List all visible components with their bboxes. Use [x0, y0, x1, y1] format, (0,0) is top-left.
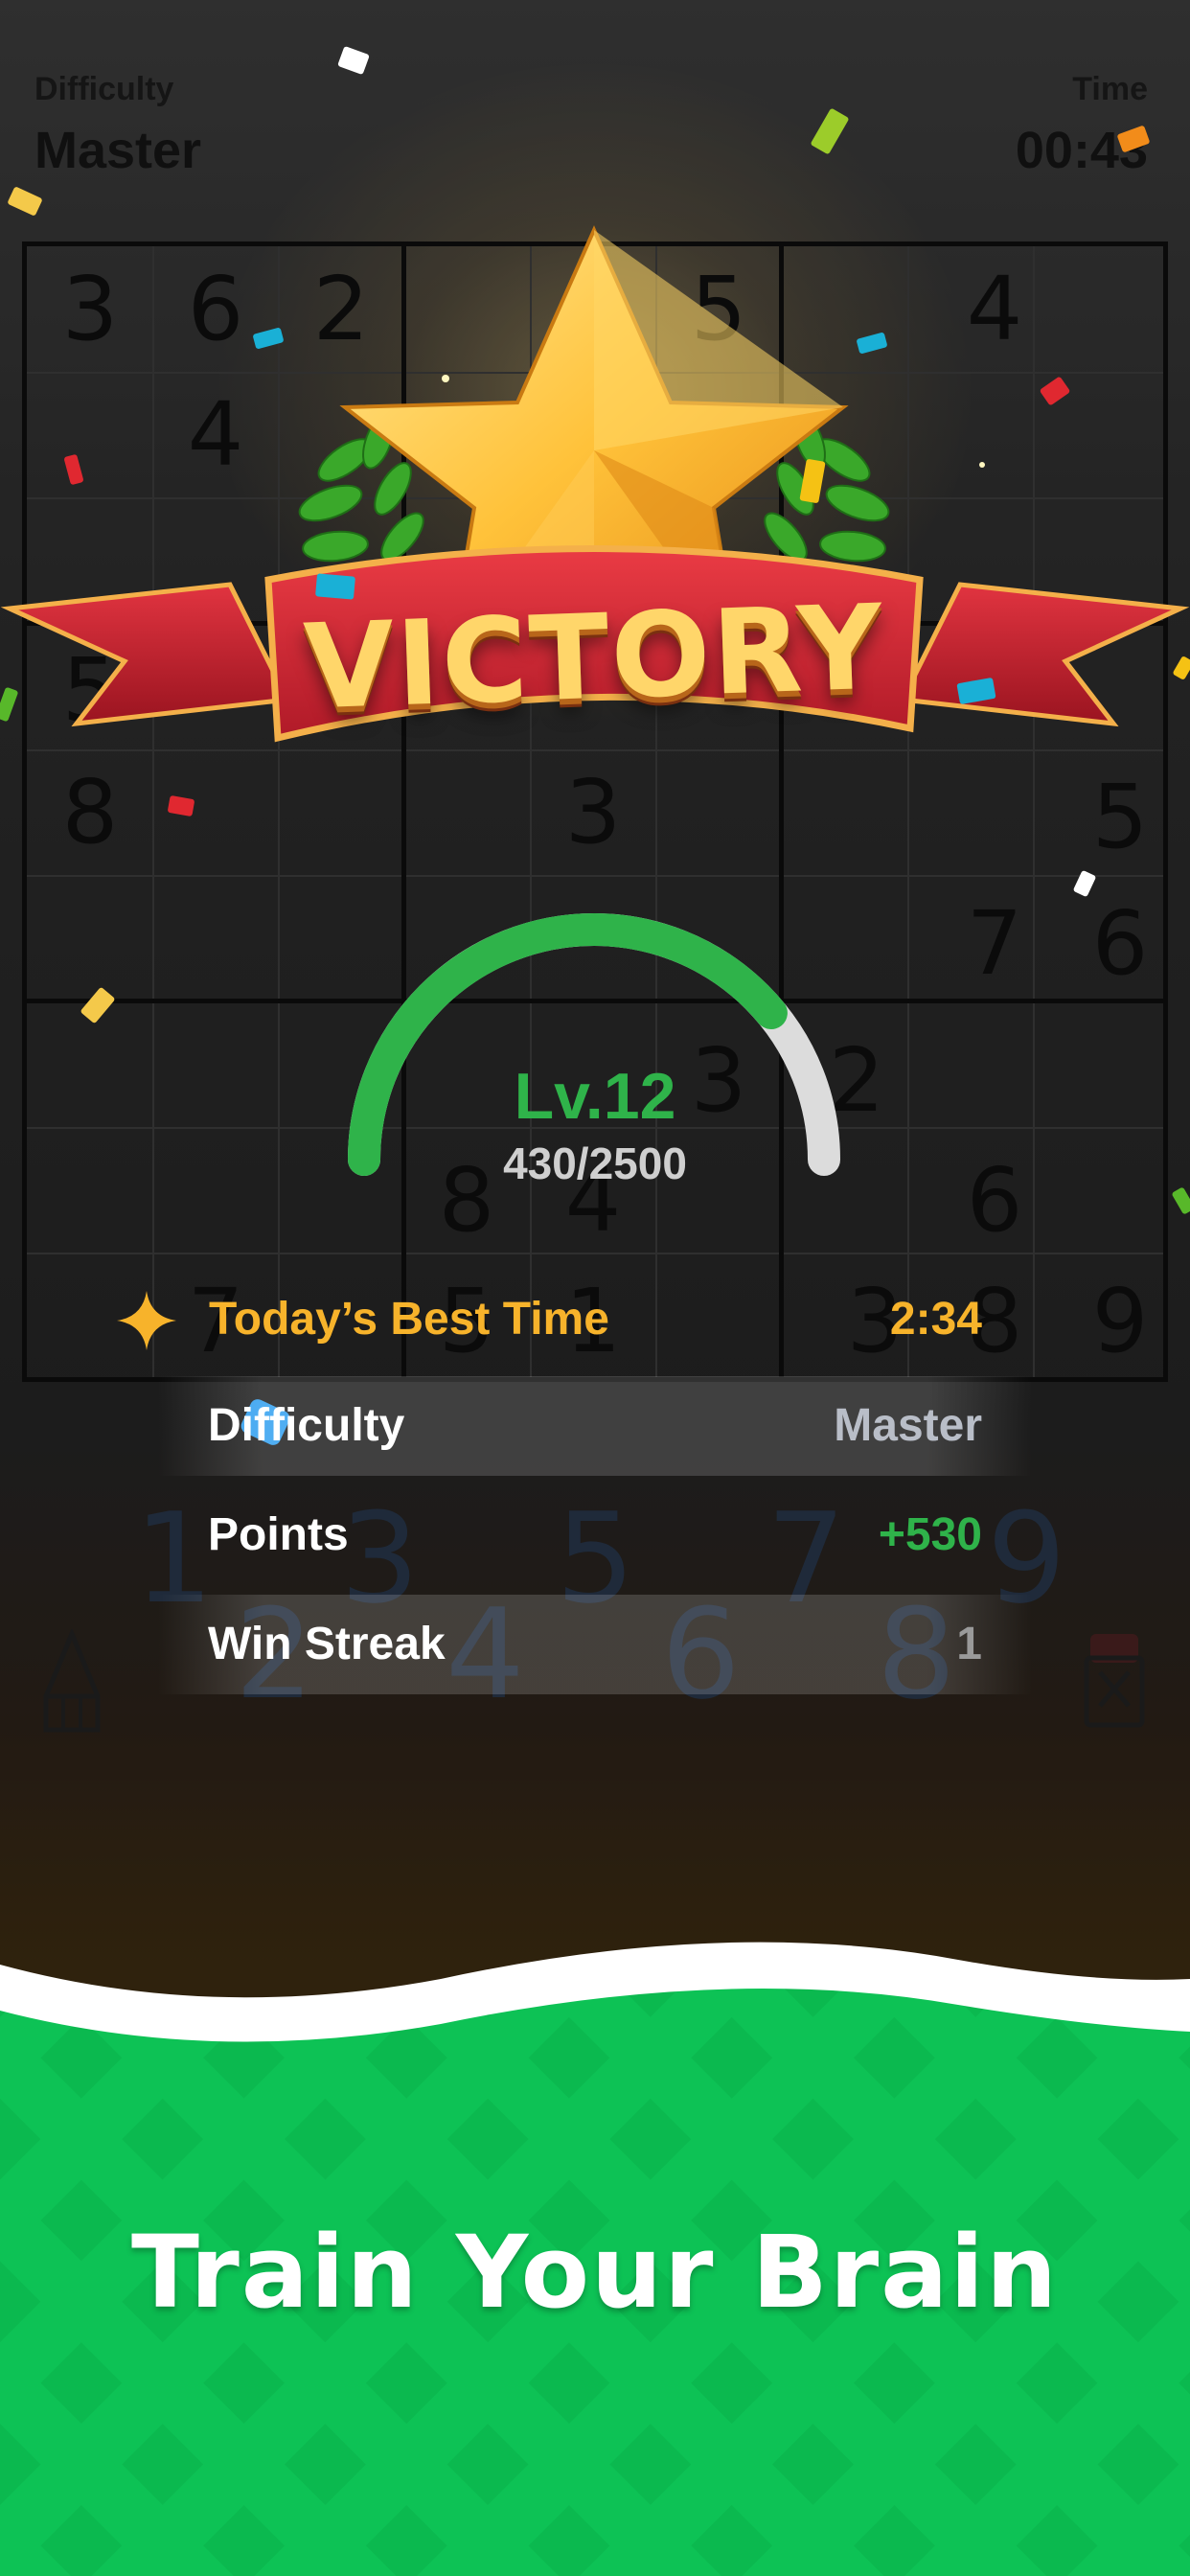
- stat-label: Points: [208, 1509, 349, 1560]
- stat-row-win-streak: Win Streak 1: [158, 1595, 1032, 1694]
- best-time-label: Today’s Best Time: [209, 1294, 609, 1345]
- stat-value: 1: [956, 1619, 982, 1669]
- victory-title: VICTORY: [301, 579, 887, 736]
- confetti: [315, 573, 355, 600]
- best-time-value: 2:34: [889, 1294, 982, 1345]
- sparkle-icon: [979, 462, 985, 468]
- stat-row-difficulty: Difficulty Master: [158, 1376, 1032, 1476]
- stat-value: Master: [834, 1400, 982, 1451]
- sparkle-icon: [117, 1291, 176, 1350]
- sparkle-icon: [442, 375, 449, 382]
- level-progress-text: 430/2500: [503, 1138, 687, 1188]
- delete-icon[interactable]: [1081, 1629, 1148, 1735]
- banner-headline: Train Your Brain: [130, 2214, 1060, 2331]
- stat-label: Win Streak: [208, 1619, 446, 1669]
- stat-value: +530: [878, 1509, 982, 1560]
- stat-label: Difficulty: [208, 1400, 405, 1451]
- stat-row-points: Points +530: [158, 1485, 1032, 1585]
- level-label: Lv.12: [514, 1060, 676, 1133]
- pencil-icon[interactable]: [38, 1629, 105, 1735]
